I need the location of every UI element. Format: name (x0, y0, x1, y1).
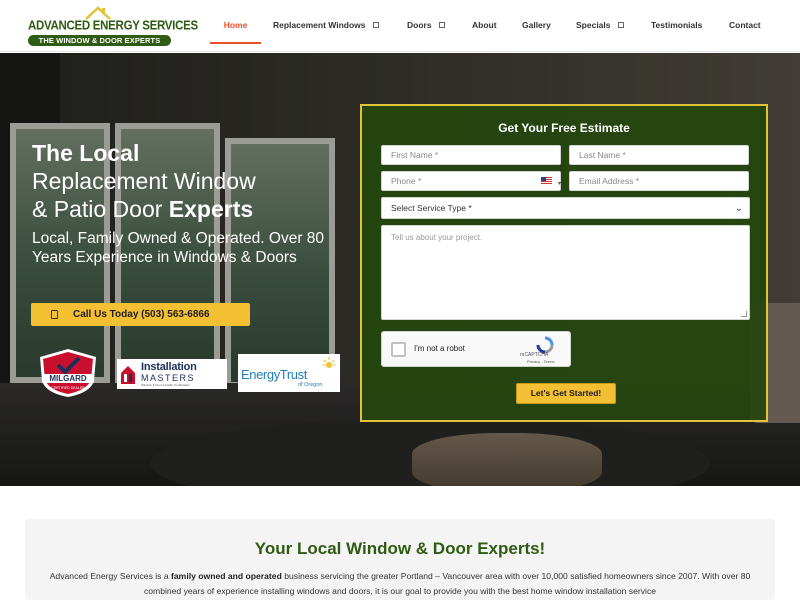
service-select[interactable]: Select Service Type * ⌄ (381, 197, 750, 219)
milgard-name: MILGARD (49, 374, 87, 383)
energy-trust-sub: of Oregon (298, 382, 323, 388)
nav-specials[interactable]: Specials (576, 0, 624, 44)
about-text-bold: family owned and operated (171, 571, 282, 581)
submit-button[interactable]: Let's Get Started! (516, 383, 616, 404)
project-placeholder: Tell us about your project. (391, 233, 483, 242)
sun-icon (323, 357, 335, 368)
estimate-form: Get Your Free Estimate First Name * Last… (360, 104, 768, 422)
nav-gallery-label: Gallery (522, 20, 551, 30)
hero-title-line2: Replacement Window (32, 168, 256, 194)
installation-line2: MASTERS (141, 373, 196, 383)
about-paragraph: Advanced Energy Services is a family own… (45, 569, 755, 598)
hero-title-emphasis: Experts (168, 196, 254, 222)
nav-replacement-windows-label: Replacement Windows (273, 20, 366, 30)
brand-name: ADVANCED ENERGY SERVICES (28, 19, 198, 33)
nav-home[interactable]: Home (210, 0, 261, 44)
call-button-label: Call Us Today (503) 563-6866 (73, 309, 210, 320)
about-text-start: Advanced Energy Services is a (49, 571, 172, 581)
nav-contact[interactable]: Contact (729, 0, 761, 44)
hero-title: The Local Replacement Window & Patio Doo… (32, 139, 352, 223)
chevron-down-icon: ▾ (557, 181, 561, 187)
recaptcha-brand: reCAPTCHA (520, 352, 549, 358)
nav-contact-label: Contact (729, 20, 761, 30)
dropdown-icon (617, 21, 624, 28)
energy-trust-badge: EnergyTrust of Oregon (238, 354, 340, 392)
recaptcha-label: I'm not a robot (414, 344, 465, 353)
nav-home-label: Home (223, 20, 248, 30)
phone-field[interactable]: Phone * ▾ (381, 171, 561, 191)
nav-testimonials[interactable]: Testimonials (651, 0, 702, 44)
first-name-field[interactable]: First Name * (381, 145, 561, 165)
nav-doors[interactable]: Doors (407, 0, 445, 44)
recaptcha-widget: I'm not a robot reCAPTCHA Privacy - Term… (381, 331, 571, 367)
call-button[interactable]: Call Us Today (503) 563-6866 (31, 303, 250, 326)
chevron-down-icon: ⌄ (734, 203, 743, 214)
about-title: Your Local Window & Door Experts! (254, 539, 546, 558)
nav-doors-label: Doors (407, 20, 432, 30)
us-flag-icon[interactable] (541, 177, 552, 185)
nav-replacement-windows[interactable]: Replacement Windows (273, 0, 379, 44)
hero-subtitle: Local, Family Owned & Operated. Over 80 … (32, 230, 325, 266)
phone-icon (51, 310, 58, 319)
about-section: Your Local Window & Door Experts! Advanc… (25, 519, 775, 600)
milgard-sub: CERTIFIED DEALER (51, 386, 85, 390)
nav-about-label: About (472, 20, 497, 30)
service-select-value: Select Service Type * (391, 203, 472, 213)
energy-trust-name: EnergyTrust (241, 367, 307, 382)
email-field[interactable]: Email Address * (569, 171, 749, 191)
nav-about[interactable]: About (472, 0, 497, 44)
installation-masters-badge: Installation MASTERS Window & Door Insta… (117, 359, 227, 389)
logo[interactable]: ADVANCED ENERGY SERVICES THE WINDOW & DO… (28, 6, 198, 46)
dropdown-icon (372, 21, 379, 28)
hero-section: The Local Replacement Window & Patio Doo… (0, 53, 800, 486)
milgard-badge: MILGARD CERTIFIED DEALER (40, 349, 96, 397)
last-name-field[interactable]: Last Name * (569, 145, 749, 165)
recaptcha-checkbox[interactable] (391, 342, 406, 357)
form-title: Get Your Free Estimate (498, 121, 630, 135)
nav-specials-label: Specials (576, 20, 611, 30)
phone-field-placeholder: Phone * (391, 176, 422, 186)
nav-gallery[interactable]: Gallery (522, 0, 551, 44)
nav-testimonials-label: Testimonials (651, 20, 703, 30)
brand-tagline: THE WINDOW & DOOR EXPERTS (28, 35, 171, 46)
hero-title-line1: The Local (32, 140, 140, 166)
hero-title-line3: & Patio Door (32, 196, 169, 222)
site-header: ADVANCED ENERGY SERVICES THE WINDOW & DO… (0, 0, 800, 52)
house-icon (121, 366, 135, 384)
project-textarea[interactable]: Tell us about your project. (381, 225, 750, 320)
roof-icon (85, 6, 111, 20)
resize-handle[interactable] (741, 311, 747, 317)
dropdown-icon (438, 21, 445, 28)
installation-line3: Window & Door Installer Certification (141, 383, 190, 387)
recaptcha-terms[interactable]: Privacy - Terms (527, 359, 554, 364)
installation-line1: Installation (141, 361, 197, 373)
